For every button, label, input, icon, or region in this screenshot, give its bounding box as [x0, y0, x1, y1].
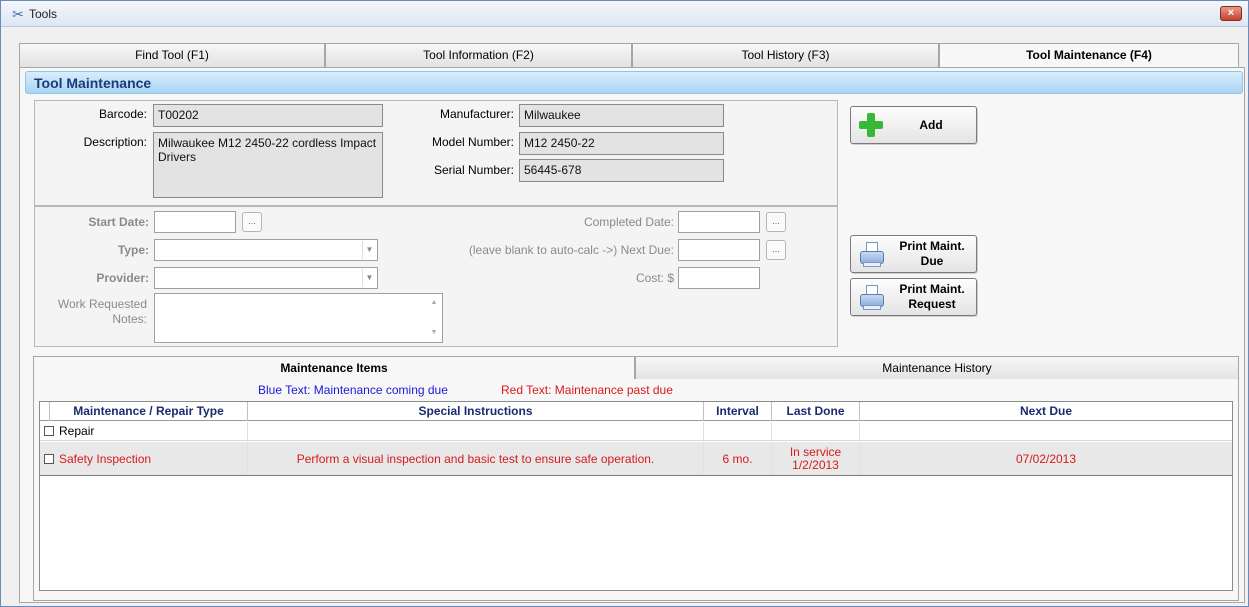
row-last-done-line1: In service	[789, 444, 842, 459]
provider-dropdown[interactable]: ▼	[154, 267, 378, 289]
row-type: Safety Inspection	[59, 451, 152, 466]
table-row[interactable]: Safety Inspection Perform a visual inspe…	[40, 442, 1232, 476]
row-type-cell: Repair	[40, 422, 248, 440]
notes-textarea[interactable]: ▲ ▼	[154, 293, 443, 343]
next-due-label: (leave blank to auto-calc ->) Next Due:	[468, 243, 674, 257]
model-number-label: Model Number:	[431, 135, 514, 149]
tab-maintenance-history[interactable]: Maintenance History	[635, 356, 1239, 380]
header-spacer	[40, 402, 50, 421]
header-instructions[interactable]: Special Instructions	[248, 402, 704, 421]
window-title: Tools	[29, 7, 58, 21]
row-type-cell: Safety Inspection	[40, 442, 248, 475]
description-field: Milwaukee M12 2450-22 cordless Impact Dr…	[153, 132, 383, 198]
description-label: Description:	[83, 135, 147, 149]
tab-tool-history[interactable]: Tool History (F3)	[632, 43, 939, 67]
print-maint-due-button[interactable]: Print Maint. Due	[850, 235, 977, 273]
manufacturer-field: Milwaukee	[519, 104, 724, 127]
next-due-input[interactable]	[678, 239, 760, 261]
row-instructions: Perform a visual inspection and basic te…	[248, 442, 704, 475]
row-next-due	[860, 422, 1232, 440]
maintenance-subtabs: Maintenance Items Maintenance History	[33, 356, 1239, 381]
add-button[interactable]: Add	[850, 106, 977, 144]
manufacturer-label: Manufacturer:	[439, 107, 514, 121]
serial-number-label: Serial Number:	[433, 163, 514, 177]
scroll-down-icon[interactable]: ▼	[428, 327, 440, 339]
model-number-field: M12 2450-22	[519, 132, 724, 155]
row-instructions	[248, 422, 704, 440]
tab-maintenance-items[interactable]: Maintenance Items	[33, 356, 635, 381]
header-next-due[interactable]: Next Due	[860, 402, 1232, 421]
scroll-up-icon[interactable]: ▲	[428, 297, 440, 309]
grid-header: Maintenance / Repair Type Special Instru…	[40, 402, 1232, 421]
row-interval: 6 mo.	[704, 442, 772, 475]
work-requested-label: Work Requested	[57, 297, 147, 311]
completed-date-picker-button[interactable]: ...	[766, 212, 786, 232]
row-last-done: In service 1/2/2013	[772, 442, 860, 475]
legend-blue: Blue Text: Maintenance coming due	[258, 383, 448, 397]
table-row[interactable]: Repair	[40, 422, 1232, 441]
section-title: Tool Maintenance	[34, 75, 152, 91]
print-request-label-2: Request	[908, 297, 956, 311]
add-button-label: Add	[919, 118, 943, 132]
tools-window: ✂ Tools × Find Tool (F1) Tool Informatio…	[0, 0, 1249, 607]
row-interval	[704, 422, 772, 440]
printer-icon	[858, 242, 886, 268]
title-bar: ✂ Tools ×	[1, 1, 1248, 27]
tools-icon: ✂	[12, 6, 24, 22]
header-last-done[interactable]: Last Done	[772, 402, 860, 421]
row-last-done-line2: 1/2/2013	[792, 457, 839, 472]
notes-label: Notes:	[112, 312, 147, 326]
tab-tool-maintenance[interactable]: Tool Maintenance (F4)	[939, 43, 1239, 68]
next-due-picker-button[interactable]: ...	[766, 240, 786, 260]
print-request-label-1: Print Maint.	[899, 282, 965, 296]
plus-icon	[859, 113, 883, 137]
tab-find-tool[interactable]: Find Tool (F1)	[19, 43, 325, 67]
completed-date-input[interactable]	[678, 211, 760, 233]
print-due-label-1: Print Maint.	[899, 239, 965, 253]
printer-icon	[858, 285, 886, 311]
start-date-input[interactable]	[154, 211, 236, 233]
row-checkbox[interactable]	[44, 453, 54, 464]
type-dropdown[interactable]: ▼	[154, 239, 378, 261]
provider-label: Provider:	[96, 271, 149, 285]
close-button[interactable]: ×	[1220, 6, 1242, 21]
main-tabs: Find Tool (F1) Tool Information (F2) Too…	[19, 43, 1239, 68]
section-header: Tool Maintenance	[25, 71, 1243, 94]
barcode-label: Barcode:	[98, 107, 147, 121]
row-type: Repair	[59, 424, 95, 438]
maintenance-grid: Maintenance / Repair Type Special Instru…	[39, 401, 1233, 591]
start-date-picker-button[interactable]: ...	[242, 212, 262, 232]
cost-label: Cost: $	[635, 271, 674, 285]
chevron-down-icon: ▼	[362, 269, 376, 287]
header-type[interactable]: Maintenance / Repair Type	[50, 402, 248, 421]
chevron-down-icon: ▼	[362, 241, 376, 259]
row-checkbox[interactable]	[44, 426, 54, 436]
row-last-done	[772, 422, 860, 440]
print-maint-request-button[interactable]: Print Maint. Request	[850, 278, 977, 316]
type-label: Type:	[117, 243, 149, 257]
legend-red: Red Text: Maintenance past due	[501, 383, 673, 397]
print-due-label-2: Due	[920, 254, 944, 268]
completed-date-label: Completed Date:	[583, 215, 674, 229]
row-next-due: 07/02/2013	[1015, 451, 1077, 466]
serial-number-field: 56445-678	[519, 159, 724, 182]
header-interval[interactable]: Interval	[704, 402, 772, 421]
cost-input[interactable]	[678, 267, 760, 289]
barcode-field: T00202	[153, 104, 383, 127]
start-date-label: Start Date:	[88, 215, 149, 229]
tab-tool-information[interactable]: Tool Information (F2)	[325, 43, 632, 67]
